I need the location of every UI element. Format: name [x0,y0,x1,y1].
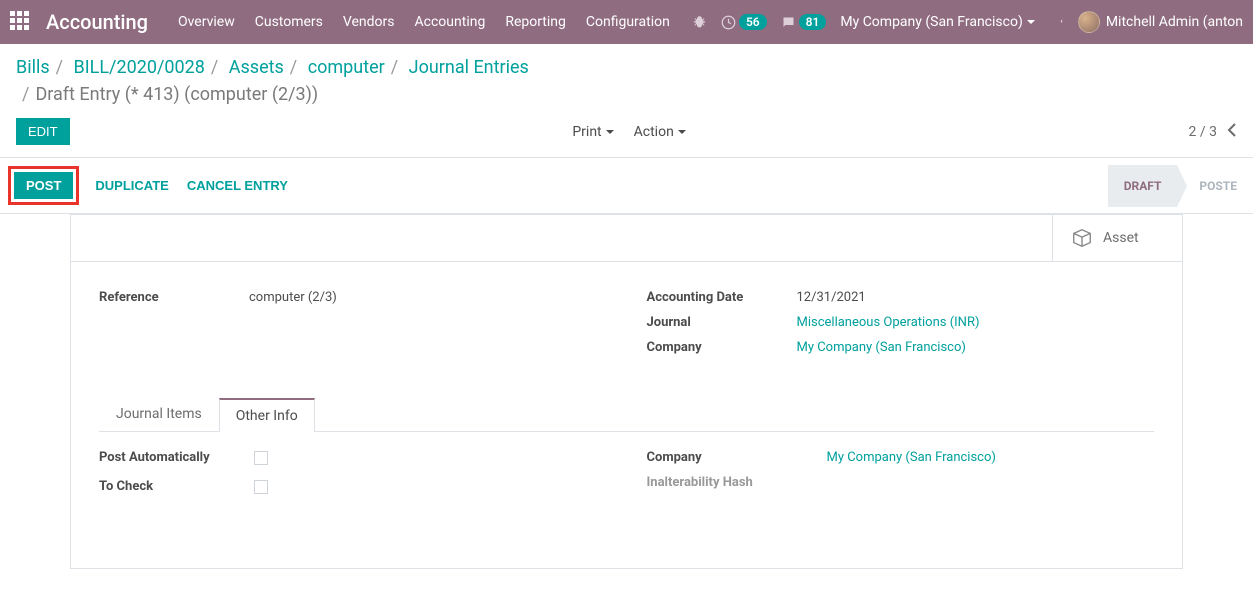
accounting-date-label: Accounting Date [647,290,797,305]
crumb-assets[interactable]: Assets [229,57,284,78]
tab-other-info[interactable]: Other Info [219,398,315,432]
reference-value: computer (2/3) [249,290,607,305]
pager-prev-icon[interactable] [1227,123,1237,141]
app-title[interactable]: Accounting [46,10,148,34]
other-col-right: Company My Company (San Francisco) Inalt… [647,450,1155,508]
box-icon [1071,227,1093,249]
tools-icon[interactable] [1049,15,1064,30]
menu-vendors[interactable]: Vendors [343,14,395,30]
status-steps: Draft Poste [1108,165,1253,207]
crumb-bills[interactable]: Bills [16,57,50,78]
top-menu: Overview Customers Vendors Accounting Re… [178,14,670,30]
field-company: Company My Company (San Francisco) [647,340,1155,355]
menu-customers[interactable]: Customers [255,14,323,30]
journal-value[interactable]: Miscellaneous Operations (INR) [797,315,1155,330]
edit-button[interactable]: Edit [16,118,70,145]
message-indicator[interactable]: 81 [781,14,827,30]
field-col-right: Accounting Date 12/31/2021 Journal Misce… [647,290,1155,365]
top-navbar: Accounting Overview Customers Vendors Ac… [0,0,1253,44]
action-center: Print Action [572,124,685,140]
activity-count: 56 [739,14,767,30]
post-button[interactable]: Post [14,172,73,199]
caret-down-icon [606,130,614,134]
field-inalt-hash: Inalterability Hash [647,475,1155,490]
caret-down-icon [1027,20,1035,24]
crumb-bill-num[interactable]: BILL/2020/0028 [74,57,205,78]
post-auto-checkbox[interactable] [254,451,268,465]
user-menu[interactable]: Mitchell Admin (anton [1078,11,1243,33]
tab-journal-items[interactable]: Journal Items [99,397,219,431]
statusbar-buttons: Post Duplicate Cancel Entry [0,158,290,213]
crumb-computer[interactable]: computer [308,57,385,78]
other-grid: Post Automatically To Check Company My C… [99,450,1154,508]
form-body: Reference computer (2/3) Accounting Date… [71,262,1182,568]
other-company-value[interactable]: My Company (San Francisco) [827,450,1155,465]
avatar [1078,11,1100,33]
stat-row: Asset [71,215,1182,262]
pager: 2 / 3 [1189,123,1237,141]
other-col-left: Post Automatically To Check [99,450,607,508]
field-to-check: To Check [99,479,607,494]
top-right: 56 81 My Company (San Francisco) Mitchel… [692,11,1243,33]
company-switcher[interactable]: My Company (San Francisco) [840,14,1034,30]
caret-down-icon [678,130,686,134]
tabs: Journal Items Other Info [99,397,1154,432]
menu-configuration[interactable]: Configuration [586,14,670,30]
to-check-checkbox[interactable] [254,480,268,494]
bug-icon[interactable] [692,15,707,30]
form-card: Asset Reference computer (2/3) Accountin… [70,214,1183,569]
action-dropdown[interactable]: Action [634,124,686,140]
other-company-label: Company [647,450,827,465]
accounting-date-value: 12/31/2021 [797,290,1155,305]
to-check-label: To Check [99,479,254,494]
message-count: 81 [799,14,827,30]
user-name: Mitchell Admin (anton [1106,14,1243,30]
field-post-auto: Post Automatically [99,450,607,465]
journal-label: Journal [647,315,797,330]
clock-icon [721,15,736,30]
asset-label: Asset [1103,230,1139,246]
menu-overview[interactable]: Overview [178,14,235,30]
status-bar: Post Duplicate Cancel Entry Draft Poste [0,157,1253,214]
duplicate-button[interactable]: Duplicate [93,172,170,199]
activity-indicator[interactable]: 56 [721,14,767,30]
crumb-current: Draft Entry (* 413) (computer (2/3)) [35,84,318,105]
cancel-entry-button[interactable]: Cancel Entry [185,172,290,199]
tab-content-other: Post Automatically To Check Company My C… [99,432,1154,548]
field-accounting-date: Accounting Date 12/31/2021 [647,290,1155,305]
breadcrumb: Bills/ BILL/2020/0028/ Assets/ computer/… [16,54,1237,108]
company-name: My Company (San Francisco) [840,14,1022,30]
chat-icon [781,15,796,30]
status-draft[interactable]: Draft [1108,165,1178,207]
field-reference: Reference computer (2/3) [99,290,607,305]
field-grid: Reference computer (2/3) Accounting Date… [99,290,1154,365]
status-posted[interactable]: Poste [1177,165,1253,207]
breadcrumb-zone: Bills/ BILL/2020/0028/ Assets/ computer/… [0,44,1253,114]
content-wrap: Asset Reference computer (2/3) Accountin… [0,214,1253,569]
company-label: Company [647,340,797,355]
field-other-company: Company My Company (San Francisco) [647,450,1155,465]
action-bar: Edit Print Action 2 / 3 [0,114,1253,157]
inalt-hash-label: Inalterability Hash [647,475,827,490]
post-highlight: Post [8,166,79,205]
menu-accounting[interactable]: Accounting [415,14,486,30]
crumb-journal[interactable]: Journal Entries [409,57,529,78]
pager-text[interactable]: 2 / 3 [1189,124,1217,140]
asset-stat-button[interactable]: Asset [1052,215,1182,261]
field-col-left: Reference computer (2/3) [99,290,607,365]
company-value[interactable]: My Company (San Francisco) [797,340,1155,355]
field-journal: Journal Miscellaneous Operations (INR) [647,315,1155,330]
reference-label: Reference [99,290,249,305]
apps-icon[interactable] [10,11,32,33]
post-auto-label: Post Automatically [99,450,254,465]
print-dropdown[interactable]: Print [572,124,613,140]
menu-reporting[interactable]: Reporting [505,14,566,30]
